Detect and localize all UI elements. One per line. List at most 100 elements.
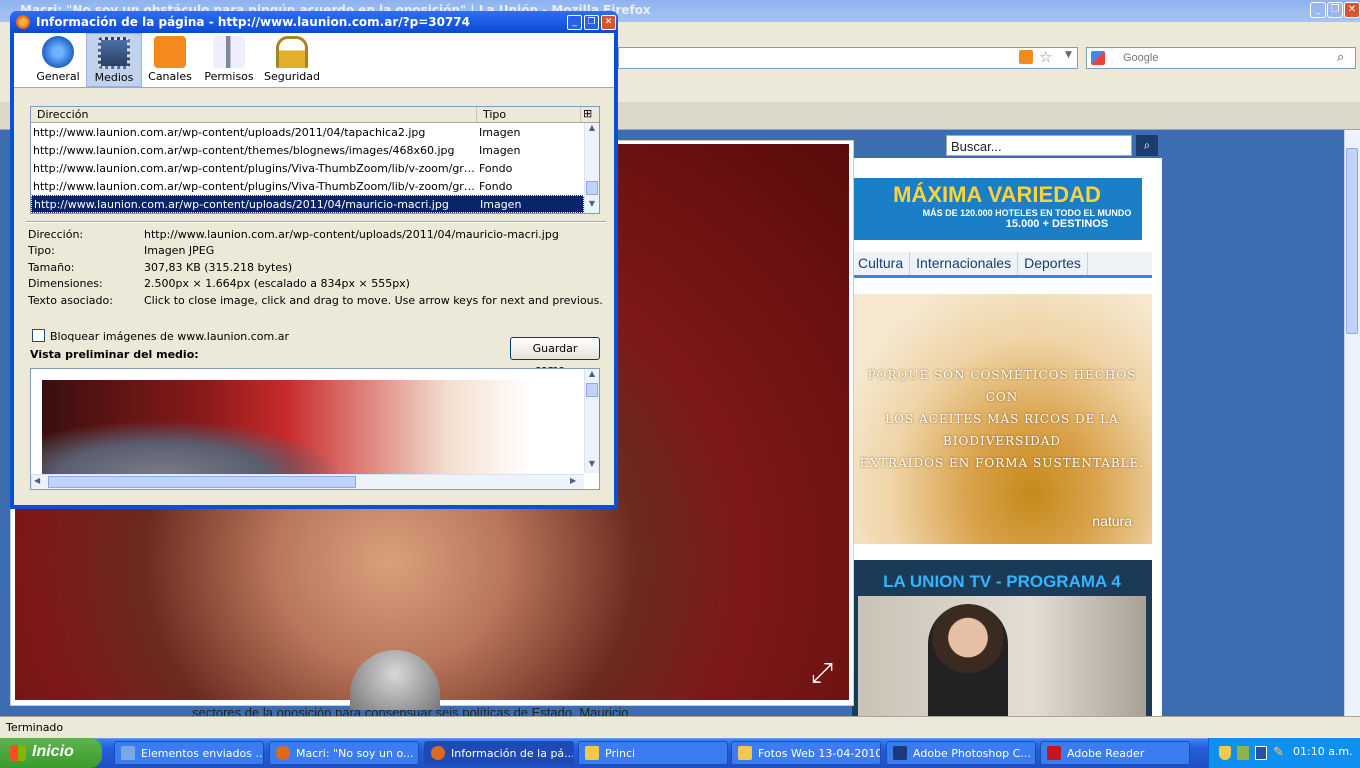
- permissions-icon: [213, 36, 245, 68]
- preview-hscrollbar[interactable]: ◀ ▶: [31, 474, 584, 489]
- url-bar[interactable]: ☆ ▼: [618, 47, 1078, 69]
- maximize-icon[interactable]: ❐: [1327, 2, 1343, 18]
- minimize-icon[interactable]: _: [1310, 2, 1326, 18]
- taskbar-item[interactable]: Adobe Reader: [1040, 741, 1190, 765]
- firefox-icon: [16, 15, 30, 29]
- natura-logo: natura: [1092, 513, 1132, 529]
- prop-key: Tipo:: [28, 244, 55, 258]
- tv-ad-title: LA UNION TV - PROGRAMA 4: [883, 572, 1121, 591]
- row-address: http://www.launion.com.ar/wp-content/plu…: [33, 161, 477, 175]
- taskbar-item[interactable]: Macri: "No soy un o...: [269, 741, 419, 765]
- photoshop-icon: [893, 746, 907, 760]
- taskbar-item-label: Elementos enviados ...: [141, 747, 264, 760]
- scroll-left-icon[interactable]: ◀: [34, 476, 40, 485]
- natura-ad-line2: LOS ACEITES MÁS RICOS DE LA BIODIVERSIDA…: [885, 412, 1119, 448]
- taskbar-item[interactable]: Elementos enviados ...: [114, 741, 264, 765]
- preview-vscroll-thumb[interactable]: [586, 383, 598, 397]
- block-images-label[interactable]: Bloquear imágenes de www.launion.com.ar: [50, 330, 289, 343]
- row-type: Imagen: [480, 197, 522, 211]
- taskbar-item-label: Adobe Photoshop C...: [913, 747, 1031, 760]
- preview-vscrollbar[interactable]: ▲ ▼: [584, 369, 599, 473]
- prop-row: Dirección: http://www.launion.com.ar/wp-c…: [28, 226, 608, 243]
- preview-hscroll-thumb[interactable]: [48, 476, 356, 488]
- tab-seguridad-label: Seguridad: [264, 70, 320, 83]
- tv-ad-banner[interactable]: LA UNION TV - PROGRAMA 4: [852, 560, 1152, 716]
- tab-general-label: General: [36, 70, 80, 83]
- taskbar-item[interactable]: Fotos Web 13-04-2010: [731, 741, 881, 765]
- dialog-minimize-icon[interactable]: _: [567, 15, 582, 30]
- dialog-maximize-icon[interactable]: ❐: [584, 15, 599, 30]
- prop-value: 2.500px × 1.664px (escalado a 834px × 55…: [144, 277, 410, 291]
- list-scrollbar[interactable]: ▲ ▼: [584, 123, 599, 213]
- splitter[interactable]: [26, 221, 606, 223]
- table-row[interactable]: http://www.launion.com.ar/wp-content/upl…: [31, 123, 584, 141]
- tab-permisos-label: Permisos: [204, 70, 254, 83]
- natura-ad-banner[interactable]: PORQUE SON COSMÉTICOS HECHOS CON LOS ACE…: [852, 294, 1152, 544]
- scroll-down-icon[interactable]: ▼: [585, 459, 599, 473]
- tab-medios[interactable]: Medios: [86, 33, 142, 87]
- site-nav: Cultura Internacionales Deportes: [852, 252, 1152, 278]
- site-search-input[interactable]: Buscar...: [946, 135, 1132, 156]
- tab-permisos[interactable]: Permisos: [198, 33, 260, 87]
- table-row[interactable]: http://www.launion.com.ar/wp-content/plu…: [31, 177, 584, 195]
- taskbar-item-label: Macri: "No soy un o...: [296, 747, 414, 760]
- header-type[interactable]: Tipo: [477, 107, 581, 122]
- chevron-down-icon[interactable]: ▼: [1065, 50, 1072, 60]
- taskbar-item-active[interactable]: Información de la pá...: [424, 741, 574, 765]
- outlook-icon: [121, 746, 135, 760]
- scroll-up-icon[interactable]: ▲: [585, 369, 599, 383]
- scroll-up-icon[interactable]: ▲: [585, 123, 599, 137]
- block-images-checkbox[interactable]: [32, 329, 45, 342]
- shield-icon[interactable]: [1219, 746, 1231, 760]
- folder-icon: [585, 746, 599, 760]
- clock: 01:10 a.m.: [1293, 745, 1353, 758]
- table-row[interactable]: http://www.launion.com.ar/wp-content/the…: [31, 141, 584, 159]
- dialog-close-icon[interactable]: ✕: [601, 15, 616, 30]
- hotel-ad-banner[interactable]: MÁXIMA VARIEDAD MÁS DE 120.000 HOTELES E…: [852, 178, 1142, 240]
- start-button[interactable]: Inicio: [0, 738, 102, 768]
- header-address[interactable]: Dirección: [31, 107, 477, 122]
- table-row[interactable]: http://www.launion.com.ar/wp-content/plu…: [31, 159, 584, 177]
- scroll-right-icon[interactable]: ▶: [570, 476, 576, 485]
- table-row-selected[interactable]: http://www.launion.com.ar/wp-content/upl…: [31, 195, 584, 213]
- site-search-button[interactable]: ⌕: [1136, 135, 1158, 156]
- firefox-icon: [431, 746, 445, 760]
- expand-icon[interactable]: ⤢: [806, 658, 838, 690]
- google-icon[interactable]: [1091, 51, 1105, 65]
- tray-app-icon[interactable]: [1237, 746, 1249, 760]
- browser-search-input[interactable]: Google ⌕: [1086, 47, 1356, 69]
- taskbar-item-label: Fotos Web 13-04-2010: [758, 747, 881, 760]
- scroll-down-icon[interactable]: ▼: [585, 199, 599, 213]
- adobe-reader-icon: [1047, 746, 1061, 760]
- list-scroll-thumb[interactable]: [586, 181, 598, 195]
- network-icon[interactable]: [1255, 746, 1267, 760]
- taskbar-item-label: Princi: [605, 747, 636, 760]
- save-as-button[interactable]: Guardar como...: [510, 337, 600, 376]
- prop-key: Dirección:: [28, 227, 84, 241]
- status-bar: Terminado: [0, 716, 1360, 738]
- nav-cultura[interactable]: Cultura: [852, 252, 911, 275]
- natura-ad-line3: EXTRAÍDOS EN FORMA SUSTENTABLE.: [859, 456, 1145, 470]
- rss-icon[interactable]: [1019, 50, 1033, 64]
- tab-canales-label: Canales: [148, 70, 192, 83]
- column-picker-icon[interactable]: ⊞: [581, 107, 594, 122]
- tab-general[interactable]: General: [30, 33, 86, 87]
- close-icon[interactable]: ✕: [1344, 2, 1360, 18]
- start-label: Inicio: [32, 743, 74, 760]
- row-type: Imagen: [479, 143, 521, 157]
- row-address: http://www.launion.com.ar/wp-content/upl…: [33, 125, 426, 139]
- dialog-title: Información de la página - http://www.la…: [36, 15, 470, 29]
- search-icon[interactable]: ⌕: [1337, 49, 1344, 65]
- taskbar-item[interactable]: Adobe Photoshop C...: [886, 741, 1036, 765]
- nav-internacionales[interactable]: Internacionales: [910, 252, 1019, 275]
- row-address: http://www.launion.com.ar/wp-content/the…: [33, 143, 455, 157]
- dialog-title-bar[interactable]: Información de la página - http://www.la…: [10, 11, 618, 33]
- page-scroll-thumb[interactable]: [1346, 148, 1358, 334]
- bookmark-star-icon[interactable]: ☆: [1039, 48, 1052, 66]
- tab-canales[interactable]: Canales: [142, 33, 198, 87]
- tv-presenter-image: [928, 604, 1008, 716]
- tab-seguridad[interactable]: Seguridad: [260, 33, 324, 87]
- taskbar-item[interactable]: Princi: [578, 741, 728, 765]
- nav-deportes[interactable]: Deportes: [1018, 252, 1088, 275]
- tools-icon[interactable]: ✎: [1273, 745, 1284, 760]
